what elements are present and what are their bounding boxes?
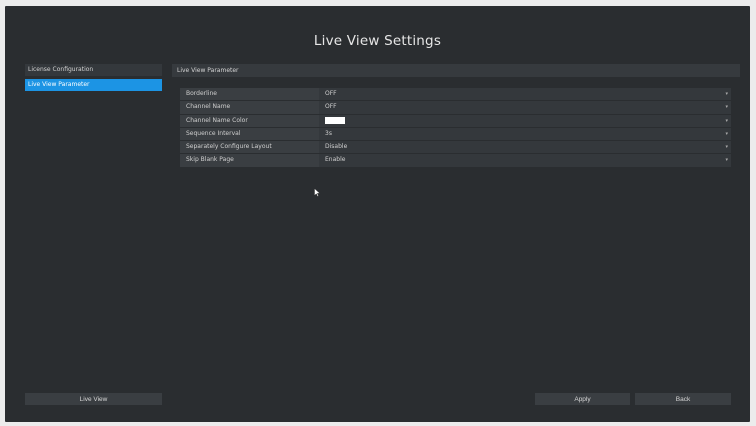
param-value: OFF — [325, 90, 337, 97]
param-label: Channel Name Color — [186, 116, 248, 124]
chevron-down-icon: ▾ — [725, 104, 728, 111]
apply-button[interactable]: Apply — [535, 393, 630, 405]
color-swatch[interactable] — [325, 117, 345, 125]
live-view-button[interactable]: Live View — [25, 393, 162, 405]
chevron-down-icon: ▾ — [725, 144, 728, 151]
param-row-channel-name: Channel Name OFF ▾ — [180, 101, 731, 115]
parameter-list: Borderline OFF ▾ Channel Name OFF ▾ Chan… — [180, 88, 731, 168]
separately-configure-layout-dropdown[interactable]: Disable ▾ — [319, 141, 731, 154]
page-title: Live View Settings — [313, 33, 442, 49]
back-button[interactable]: Back — [635, 393, 731, 405]
param-row-channel-name-color: Channel Name Color ▾ — [180, 114, 731, 128]
param-value: Enable — [325, 156, 346, 164]
sidebar-item-license-configuration[interactable]: License Configuration — [25, 64, 162, 76]
chevron-down-icon: ▾ — [725, 130, 728, 137]
param-label: Borderline — [186, 90, 217, 97]
skip-blank-page-dropdown[interactable]: Enable ▾ — [319, 154, 731, 167]
mouse-cursor-icon — [314, 188, 321, 197]
param-label: Channel Name — [186, 103, 231, 111]
param-label: Skip Blank Page — [186, 156, 234, 164]
sidebar-item-live-view-parameter[interactable]: Live View Parameter — [25, 79, 162, 91]
param-row-separately-configure-layout: Separately Configure Layout Disable ▾ — [180, 141, 731, 155]
settings-screen: Live View Settings License Configuration… — [5, 6, 750, 422]
sequence-interval-dropdown[interactable]: 3s ▾ — [319, 127, 731, 141]
param-value: Disable — [325, 143, 348, 151]
borderline-dropdown[interactable]: OFF ▾ — [319, 88, 731, 101]
param-row-sequence-interval: Sequence Interval 3s ▾ — [180, 127, 731, 142]
param-value: 3s — [325, 129, 332, 137]
section-header: Live View Parameter — [172, 64, 740, 77]
channel-name-dropdown[interactable]: OFF ▾ — [319, 101, 731, 114]
chevron-down-icon: ▾ — [725, 91, 728, 97]
param-row-skip-blank-page: Skip Blank Page Enable ▾ — [180, 154, 731, 168]
param-label: Sequence Interval — [186, 129, 241, 137]
channel-name-color-picker[interactable]: ▾ — [319, 114, 731, 127]
chevron-down-icon: ▾ — [725, 117, 728, 124]
chevron-down-icon: ▾ — [725, 157, 728, 164]
param-label: Separately Configure Layout — [186, 143, 272, 151]
param-value: OFF — [325, 103, 337, 111]
param-row-borderline: Borderline OFF ▾ — [180, 88, 731, 102]
